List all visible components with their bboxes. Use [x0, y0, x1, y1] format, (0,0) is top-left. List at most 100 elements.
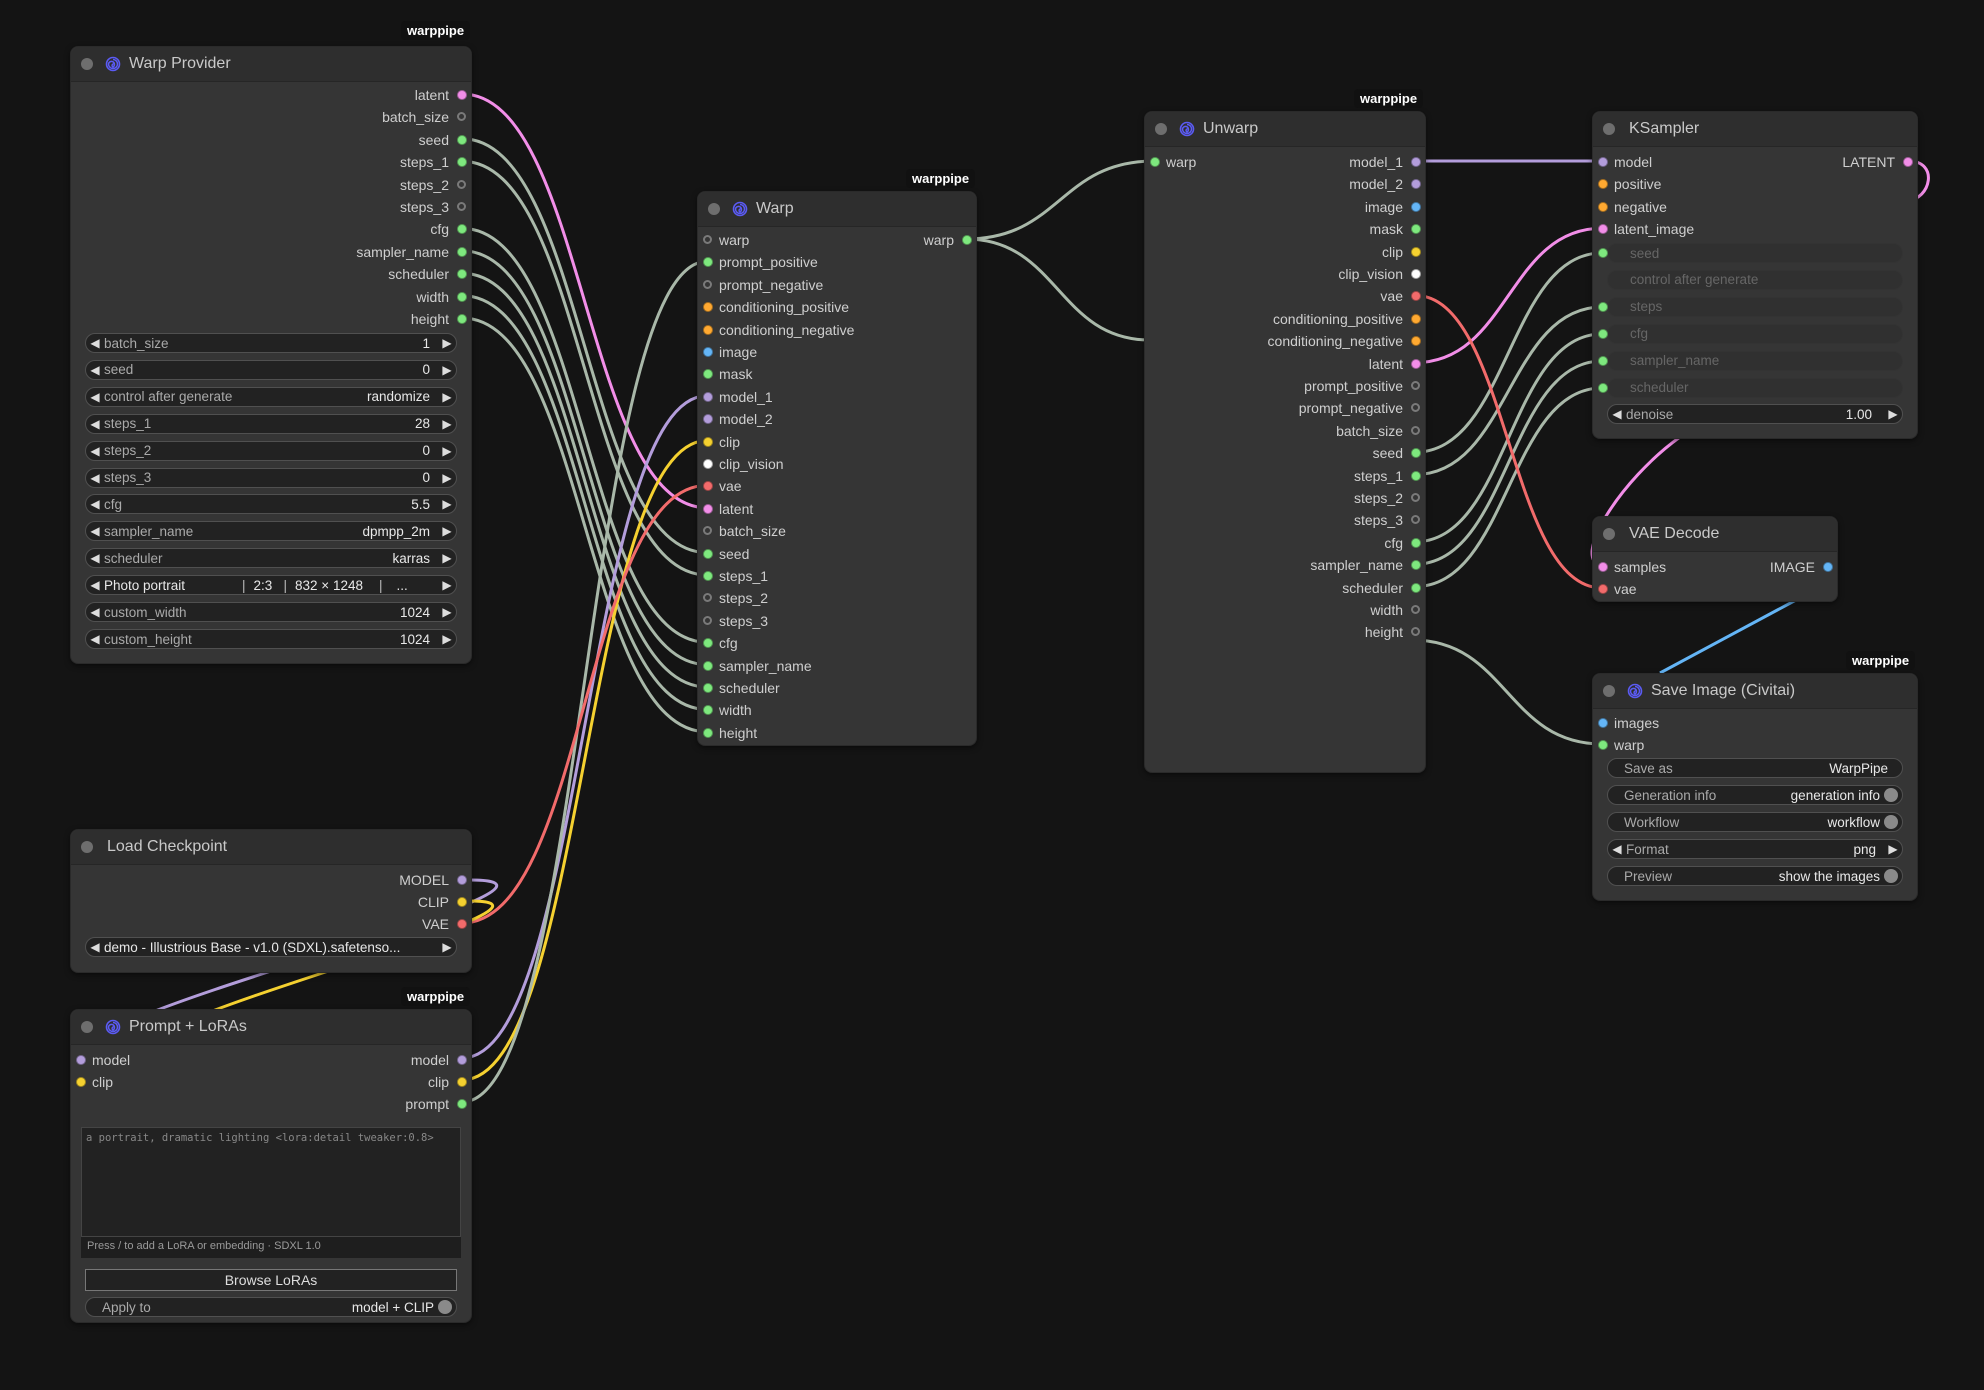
- widget-2[interactable]: Workflow workflow: [1607, 812, 1903, 832]
- decrement-arrow-icon[interactable]: ◀: [1608, 407, 1626, 421]
- apply-to-toggle[interactable]: Apply to model + CLIP: [85, 1297, 457, 1317]
- port-socket-icon[interactable]: [703, 257, 713, 268]
- port-socket-icon[interactable]: [1411, 560, 1421, 571]
- port-socket-icon[interactable]: [1411, 157, 1421, 167]
- increment-arrow-icon[interactable]: ▶: [438, 524, 456, 538]
- port-socket-icon[interactable]: [1598, 718, 1608, 728]
- prompt-textarea[interactable]: a portrait, dramatic lighting <lora:deta…: [81, 1127, 461, 1244]
- decrement-arrow-icon[interactable]: ◀: [86, 524, 104, 538]
- port-socket-icon[interactable]: [457, 314, 467, 324]
- widget-5[interactable]: ◀ steps_3 0 ▶: [85, 467, 457, 488]
- widget-8[interactable]: ◀ scheduler karras ▶: [85, 548, 457, 569]
- widget-4[interactable]: ◀ steps_2 0 ▶: [85, 440, 457, 461]
- denoise-widget[interactable]: ◀ denoise 1.00 ▶: [1607, 404, 1903, 424]
- port-socket-icon[interactable]: [457, 179, 466, 189]
- decrement-arrow-icon[interactable]: ◀: [86, 363, 104, 377]
- port-socket-icon[interactable]: [1411, 246, 1421, 257]
- decrement-arrow-icon[interactable]: ◀: [86, 497, 104, 511]
- decrement-arrow-icon[interactable]: ◀: [86, 471, 104, 485]
- node-header[interactable]: KSampler: [1593, 112, 1917, 147]
- port-socket-icon[interactable]: [703, 615, 712, 625]
- toggle-knob-icon[interactable]: [438, 1300, 452, 1314]
- widget-1[interactable]: ◀ custom_height 1024 ▶: [85, 629, 457, 649]
- port-socket-icon[interactable]: [457, 897, 467, 907]
- increment-arrow-icon[interactable]: ▶: [438, 578, 456, 592]
- port-socket-icon[interactable]: [457, 112, 466, 122]
- port-socket-icon[interactable]: [1598, 355, 1608, 366]
- port-socket-icon[interactable]: [1411, 381, 1420, 390]
- node-header[interactable]: Warp: [698, 192, 976, 227]
- port-socket-icon[interactable]: [703, 391, 713, 402]
- increment-arrow-icon[interactable]: ▶: [438, 363, 456, 377]
- increment-arrow-icon[interactable]: ▶: [438, 551, 456, 565]
- port-socket-icon[interactable]: [1411, 358, 1421, 369]
- port-socket-icon[interactable]: [703, 235, 712, 244]
- port-socket-icon[interactable]: [457, 224, 467, 235]
- resolution-preset-widget[interactable]: ◀ Photo portrait | 2:3 | 832 × 1248 | ..…: [85, 575, 457, 595]
- port-socket-icon[interactable]: [1598, 328, 1608, 339]
- port-socket-icon[interactable]: [1411, 470, 1421, 481]
- increment-arrow-icon[interactable]: ▶: [438, 471, 456, 485]
- port-socket-icon[interactable]: [76, 1055, 86, 1065]
- decrement-arrow-icon[interactable]: ◀: [86, 444, 104, 458]
- port-socket-icon[interactable]: [457, 157, 467, 168]
- port-socket-icon[interactable]: [703, 593, 712, 603]
- decrement-arrow-icon[interactable]: ◀: [86, 940, 104, 954]
- port-socket-icon[interactable]: [1598, 157, 1608, 167]
- increment-arrow-icon[interactable]: ▶: [438, 444, 456, 458]
- node-header[interactable]: Load Checkpoint: [71, 830, 471, 865]
- increment-arrow-icon[interactable]: ▶: [438, 390, 456, 404]
- increment-arrow-icon[interactable]: ▶: [438, 632, 456, 646]
- port-socket-icon[interactable]: [1411, 313, 1421, 324]
- port-socket-icon[interactable]: [1823, 562, 1833, 572]
- port-socket-icon[interactable]: [703, 705, 713, 716]
- port-socket-icon[interactable]: [457, 1099, 467, 1109]
- widget-3[interactable]: ◀ steps_1 28 ▶: [85, 413, 457, 434]
- port-socket-icon[interactable]: [1598, 382, 1608, 393]
- port-socket-icon[interactable]: [1598, 224, 1608, 235]
- collapse-toggle[interactable]: [1155, 123, 1167, 135]
- port-socket-icon[interactable]: [1598, 179, 1608, 190]
- port-socket-icon[interactable]: [1411, 582, 1421, 593]
- ksampler-node[interactable]: KSampler model positive negative latent_ima…: [1592, 111, 1918, 439]
- increment-arrow-icon[interactable]: ▶: [1884, 842, 1902, 856]
- increment-arrow-icon[interactable]: ▶: [438, 605, 456, 619]
- port-socket-icon[interactable]: [1598, 740, 1608, 750]
- node-header[interactable]: Warp Provider: [71, 47, 471, 82]
- widget-7[interactable]: ◀ sampler_name dpmpp_2m ▶: [85, 521, 457, 542]
- collapse-toggle[interactable]: [708, 203, 720, 215]
- widget-0[interactable]: ◀ batch_size 1 ▶: [85, 333, 457, 353]
- widget-0[interactable]: ◀ custom_width 1024 ▶: [85, 602, 457, 622]
- port-socket-icon[interactable]: [703, 324, 713, 335]
- collapse-toggle[interactable]: [81, 58, 93, 70]
- port-socket-icon[interactable]: [457, 1077, 467, 1087]
- increment-arrow-icon[interactable]: ▶: [438, 940, 456, 954]
- warp-node[interactable]: Warp warp prompt_positive prompt_negative c…: [697, 191, 977, 746]
- decrement-arrow-icon[interactable]: ◀: [86, 417, 104, 431]
- port-socket-icon[interactable]: [1411, 627, 1420, 637]
- port-socket-icon[interactable]: [1411, 493, 1420, 502]
- port-socket-icon[interactable]: [76, 1077, 86, 1087]
- toggle-knob-icon[interactable]: [1884, 788, 1898, 802]
- ckpt-name-widget[interactable]: ◀ demo - Illustrious Base - v1.0 (SDXL).…: [85, 937, 457, 957]
- widget-3[interactable]: ◀ Format png ▶: [1607, 839, 1903, 859]
- port-socket-icon[interactable]: [703, 727, 713, 738]
- decrement-arrow-icon[interactable]: ◀: [86, 605, 104, 619]
- widget-1[interactable]: Generation info generation info: [1607, 785, 1903, 805]
- collapse-toggle[interactable]: [1603, 123, 1615, 135]
- port-socket-icon[interactable]: [703, 503, 713, 514]
- save-image-node[interactable]: Save Image (Civitai) images warp Save as W…: [1592, 673, 1918, 901]
- decrement-arrow-icon[interactable]: ◀: [86, 632, 104, 646]
- port-socket-icon[interactable]: [457, 90, 467, 100]
- port-socket-icon[interactable]: [703, 571, 713, 581]
- widget-1[interactable]: ◀ seed 0 ▶: [85, 359, 457, 380]
- port-socket-icon[interactable]: [1411, 201, 1421, 212]
- widget-0[interactable]: Save as WarpPipe: [1607, 758, 1903, 778]
- port-socket-icon[interactable]: [457, 246, 467, 257]
- port-socket-icon[interactable]: [457, 919, 467, 929]
- port-socket-icon[interactable]: [457, 269, 467, 280]
- widget-4[interactable]: Preview show the images: [1607, 866, 1903, 886]
- increment-arrow-icon[interactable]: ▶: [438, 336, 456, 350]
- port-socket-icon[interactable]: [703, 481, 713, 492]
- node-header[interactable]: Save Image (Civitai): [1593, 674, 1917, 709]
